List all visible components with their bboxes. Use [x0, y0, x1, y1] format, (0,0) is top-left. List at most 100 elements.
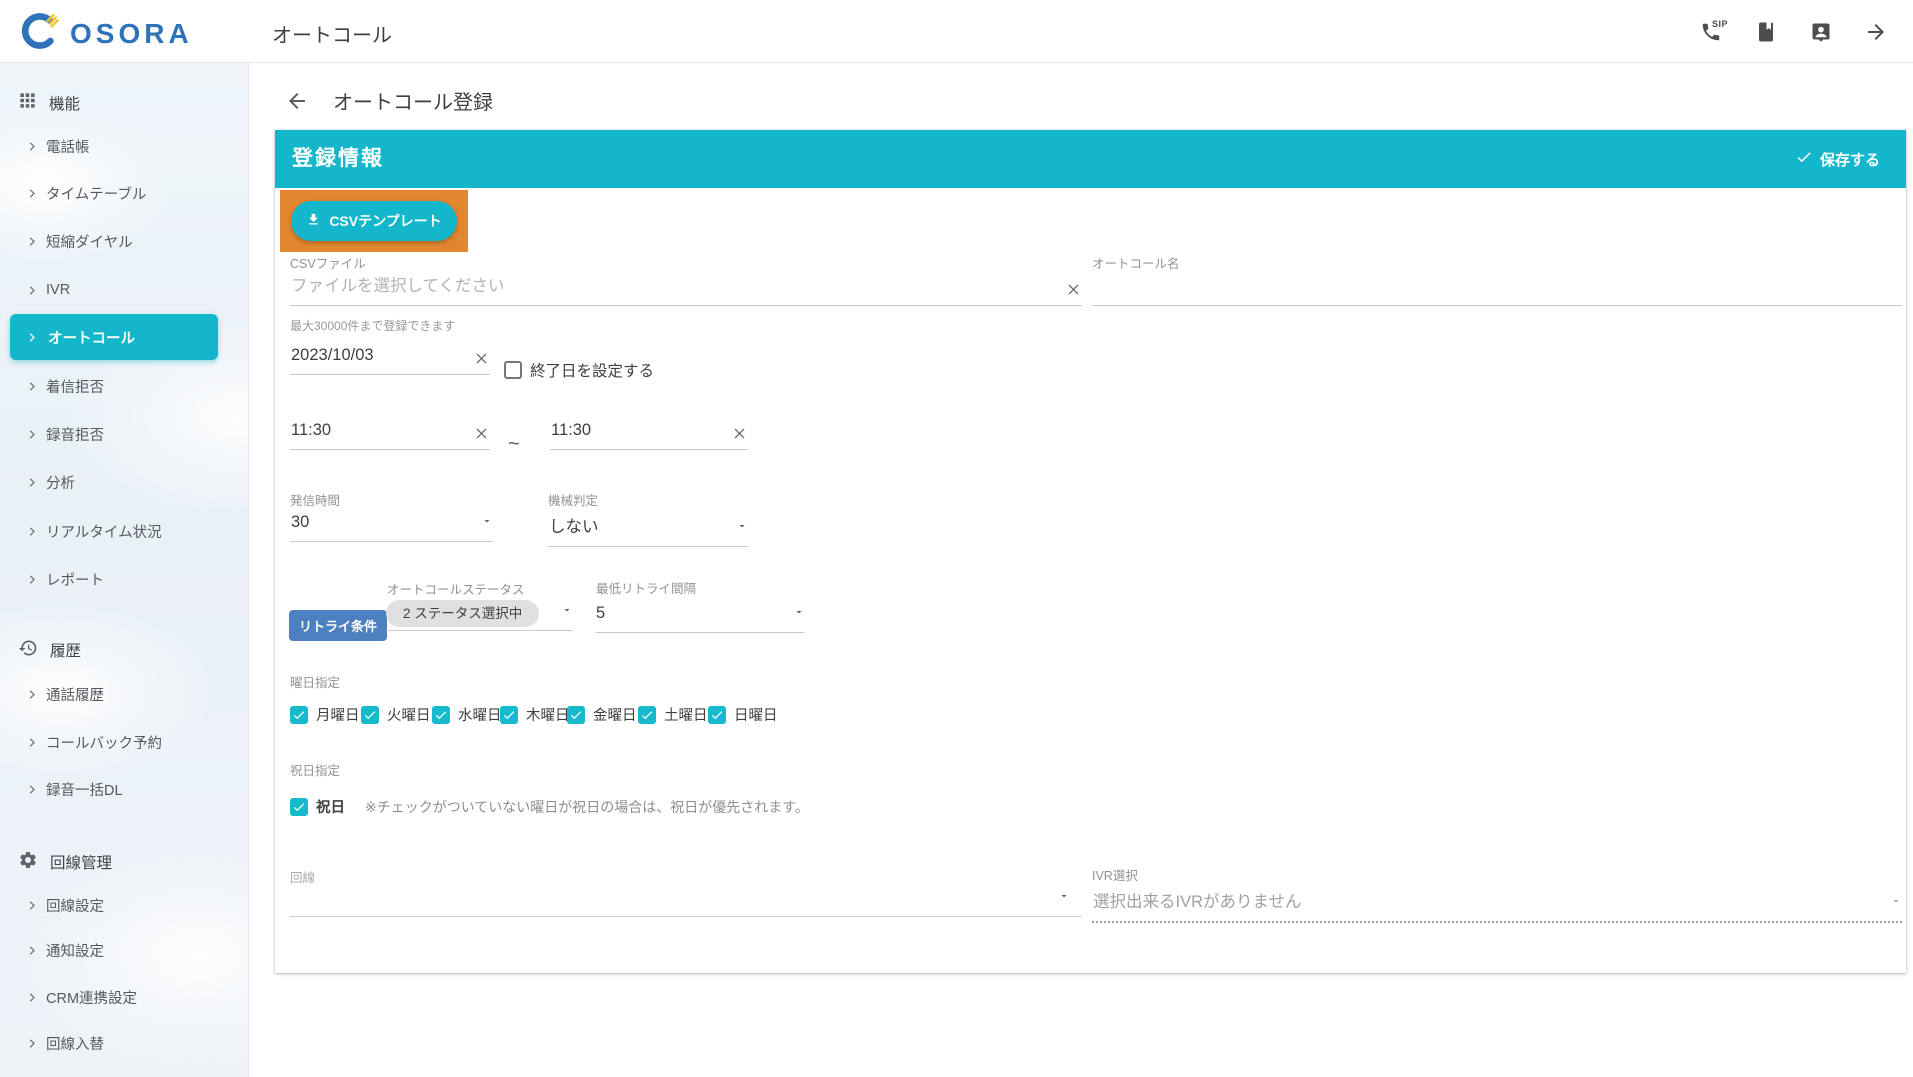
csv-file-helper: 最大30000件まで登録できます: [290, 317, 455, 334]
sidebar-item-call-history[interactable]: 通話履歴: [24, 680, 104, 708]
clear-time-to-icon[interactable]: [731, 425, 748, 449]
osora-logo-icon: [20, 11, 60, 56]
machine-detection-select[interactable]: しない: [548, 513, 748, 547]
retry-condition-button[interactable]: リトライ条件: [289, 610, 387, 641]
sidebar-item-ivr[interactable]: IVR: [24, 276, 70, 304]
weekday-wednesday: 水曜日: [432, 704, 502, 725]
back-arrow-icon[interactable]: [283, 87, 311, 115]
ivr-placeholder: 選択出来るIVRがありません: [1092, 888, 1890, 921]
friday-checkbox[interactable]: [567, 706, 585, 724]
sidebar-item-label: オートコール: [48, 327, 135, 348]
thursday-checkbox[interactable]: [500, 706, 518, 724]
weekday-thursday: 木曜日: [500, 704, 570, 725]
sidebar-item-realtime[interactable]: リアルタイム状況: [24, 517, 162, 545]
saturday-checkbox[interactable]: [638, 706, 656, 724]
time-from-input[interactable]: [290, 421, 473, 449]
wednesday-checkbox[interactable]: [432, 706, 450, 724]
start-date-field[interactable]: [290, 346, 490, 375]
brand-logo[interactable]: OSORA: [20, 11, 193, 56]
address-book-icon[interactable]: [1751, 17, 1781, 47]
day-label: 火曜日: [387, 704, 431, 725]
sidebar-item-recording-dl[interactable]: 録音一括DL: [24, 775, 123, 803]
sidebar-item-label: 通知設定: [46, 940, 104, 961]
sidebar-item-label: 通話履歴: [46, 684, 104, 705]
sidebar-item-analysis[interactable]: 分析: [24, 468, 75, 496]
sip-phone-icon[interactable]: SIP: [1696, 17, 1726, 47]
status-chip: 2 ステータス選択中: [386, 600, 539, 627]
section-label: 回線管理: [50, 851, 112, 873]
holiday-label: 祝日指定: [290, 760, 340, 779]
clear-csv-icon[interactable]: [1065, 281, 1082, 305]
autocall-name-label: オートコール名: [1092, 253, 1180, 272]
history-icon: [18, 638, 38, 663]
sidebar-item-call-reject[interactable]: 着信拒否: [24, 372, 104, 400]
holiday-note: ※チェックがついていない曜日が祝日の場合は、祝日が優先されます。: [365, 797, 809, 817]
sidebar-section-history: 履歴: [18, 636, 81, 664]
grid-icon: [18, 91, 37, 115]
sidebar-item-label: 電話帳: [46, 136, 90, 157]
account-card-icon[interactable]: [1806, 17, 1836, 47]
sidebar-item-autocall[interactable]: オートコール: [10, 314, 218, 360]
save-button[interactable]: 保存する: [1795, 130, 1880, 188]
chevron-down-icon: [1058, 889, 1082, 916]
sidebar-item-crm-settings[interactable]: CRM連携設定: [24, 983, 137, 1011]
sidebar-item-record-reject[interactable]: 録音拒否: [24, 420, 104, 448]
ivr-select[interactable]: 選択出来るIVRがありません: [1092, 888, 1902, 923]
sidebar-item-callback[interactable]: コールバック予約: [24, 728, 162, 756]
top-bar: OSORA オートコール SIP: [0, 0, 1913, 63]
day-label: 土曜日: [664, 704, 708, 725]
csv-template-highlight: CSVテンプレート: [280, 190, 468, 252]
sidebar-item-line-swap[interactable]: 回線入替: [24, 1029, 104, 1057]
holiday-checkbox-label: 祝日: [316, 796, 345, 817]
csv-file-input[interactable]: [290, 277, 1065, 305]
ivr-select-label: IVR選択: [1092, 865, 1138, 884]
min-retry-interval-select[interactable]: 5: [595, 604, 805, 633]
holiday-checkbox[interactable]: [290, 798, 308, 816]
download-icon: [306, 212, 321, 230]
panel-header: 登録情報 保存する: [275, 130, 1906, 188]
csv-file-label: CSVファイル: [290, 253, 366, 272]
machine-detection-value: しない: [548, 513, 736, 546]
end-date-checkbox[interactable]: [504, 361, 522, 379]
csv-template-button[interactable]: CSVテンプレート: [291, 201, 457, 241]
chevron-down-icon: [481, 514, 493, 541]
gear-icon: [18, 850, 38, 875]
breadcrumb-title: オートコール登録: [333, 86, 493, 115]
sidebar-item-phonebook[interactable]: 電話帳: [24, 132, 90, 160]
tuesday-checkbox[interactable]: [361, 706, 379, 724]
section-label: 機能: [49, 92, 80, 114]
sidebar-item-timetable[interactable]: タイムテーブル: [24, 179, 146, 207]
sidebar-item-label: IVR: [46, 282, 70, 298]
status-select[interactable]: 2 ステータス選択中: [386, 602, 573, 631]
sidebar-item-report[interactable]: レポート: [24, 565, 104, 593]
csv-file-field[interactable]: [290, 277, 1082, 306]
sunday-checkbox[interactable]: [708, 706, 726, 724]
autocall-name-input[interactable]: [1092, 277, 1902, 305]
status-label: オートコールステータス: [387, 579, 525, 598]
sidebar-item-label: 録音一括DL: [46, 779, 123, 800]
call-duration-select[interactable]: 30: [290, 513, 493, 542]
sidebar-item-notify-settings[interactable]: 通知設定: [24, 936, 104, 964]
monday-checkbox[interactable]: [290, 706, 308, 724]
call-duration-value: 30: [290, 513, 481, 541]
weekday-monday: 月曜日: [290, 704, 360, 725]
time-from-field[interactable]: [290, 421, 490, 450]
sidebar-item-line-settings[interactable]: 回線設定: [24, 891, 104, 919]
autocall-name-field[interactable]: [1092, 277, 1902, 306]
start-date-input[interactable]: [290, 346, 473, 374]
clear-time-from-icon[interactable]: [473, 425, 490, 449]
page-title: オートコール: [272, 19, 392, 48]
day-label: 木曜日: [526, 704, 570, 725]
time-to-input[interactable]: [550, 421, 731, 449]
clear-date-icon[interactable]: [473, 350, 490, 374]
section-label: 履歴: [50, 639, 81, 661]
check-icon: [1795, 148, 1813, 170]
time-to-field[interactable]: [550, 421, 748, 450]
panel-title: 登録情報: [292, 130, 384, 188]
day-label: 水曜日: [458, 704, 502, 725]
sidebar-item-speed-dial[interactable]: 短縮ダイヤル: [24, 227, 133, 255]
chevron-down-icon: [793, 605, 805, 632]
logout-icon[interactable]: [1861, 17, 1891, 47]
sidebar: 機能 電話帳 タイムテーブル 短縮ダイヤル IVR オートコール 着信拒否: [0, 63, 249, 1077]
line-select[interactable]: [290, 888, 1082, 917]
